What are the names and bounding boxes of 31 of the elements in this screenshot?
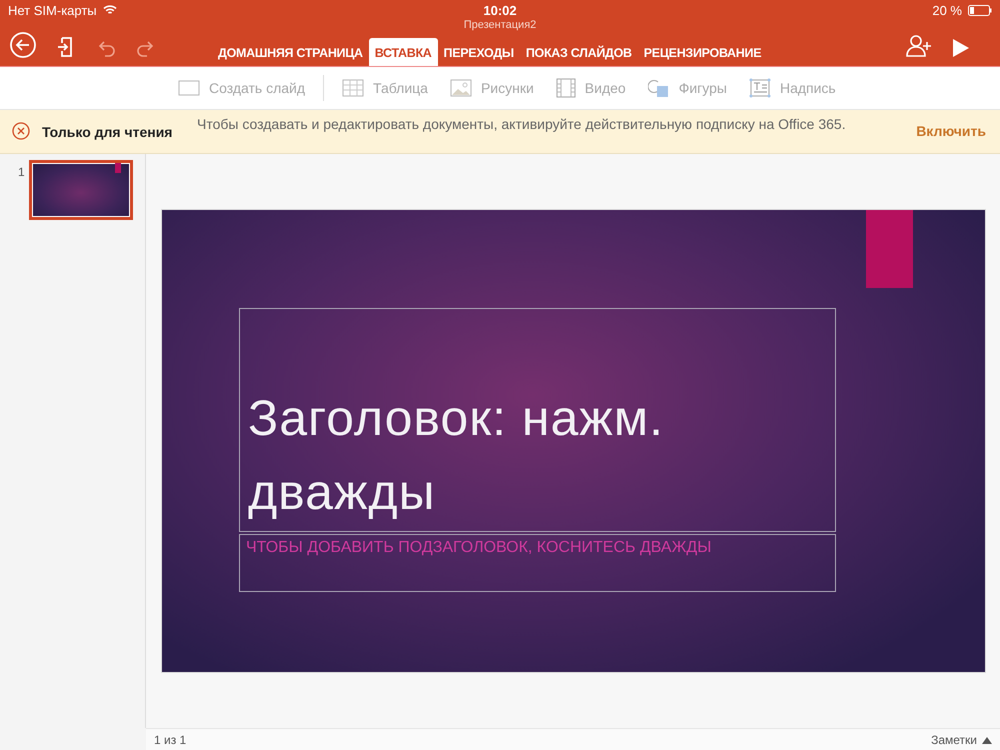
table-icon <box>342 79 364 97</box>
film-icon <box>556 78 576 98</box>
ribbon-tab[interactable]: ДОМАШНЯЯ СТРАНИЦА <box>212 38 369 66</box>
notice-title: Только для чтения <box>42 124 174 140</box>
notes-button[interactable]: Заметки <box>931 732 992 746</box>
clock: 10:02 <box>483 2 517 18</box>
ribbon-tab[interactable]: РЕЦЕНЗИРОВАНИЕ <box>638 38 768 66</box>
ribbon-tab[interactable]: ПЕРЕХОДЫ <box>438 38 520 66</box>
text-box-icon <box>748 78 771 98</box>
play-icon[interactable] <box>952 38 970 58</box>
slide-title[interactable]: Заголовок: нажм. дважды <box>239 308 836 532</box>
slide-number: 1 <box>18 165 25 179</box>
slide-icon <box>178 80 200 96</box>
battery-label: 20 % <box>932 2 962 18</box>
image-icon <box>450 79 472 97</box>
slide-subtitle[interactable]: ЧТОБЫ ДОБАВИТЬ ПОДЗАГОЛОВОК, КОСНИТЕСЬ ДВАЖДЫ <box>239 534 836 592</box>
page-counter: 1 из 1 <box>154 732 186 746</box>
caret-icon <box>982 736 992 744</box>
back-icon[interactable] <box>10 32 36 58</box>
notice-message: Чтобы создавать и редактировать документы, активируйте действительную подписку на Office 365. <box>197 116 847 133</box>
carrier-label: Нет SIM-карты <box>8 2 97 18</box>
document-title: Презентация2 <box>462 20 538 32</box>
add-person-icon[interactable] <box>906 34 932 58</box>
battery-icon <box>968 4 992 16</box>
shapes-icon <box>648 78 670 98</box>
ribbon-tab[interactable]: ПОКАЗ СЛАЙДОВ <box>520 38 638 66</box>
wifi-icon <box>102 5 117 15</box>
slide-thumbnail[interactable] <box>28 160 133 220</box>
ribbon-tab[interactable]: ВСТАВКА <box>368 38 438 66</box>
close-icon[interactable] <box>12 122 30 140</box>
activate-link[interactable]: Включить <box>916 123 986 139</box>
